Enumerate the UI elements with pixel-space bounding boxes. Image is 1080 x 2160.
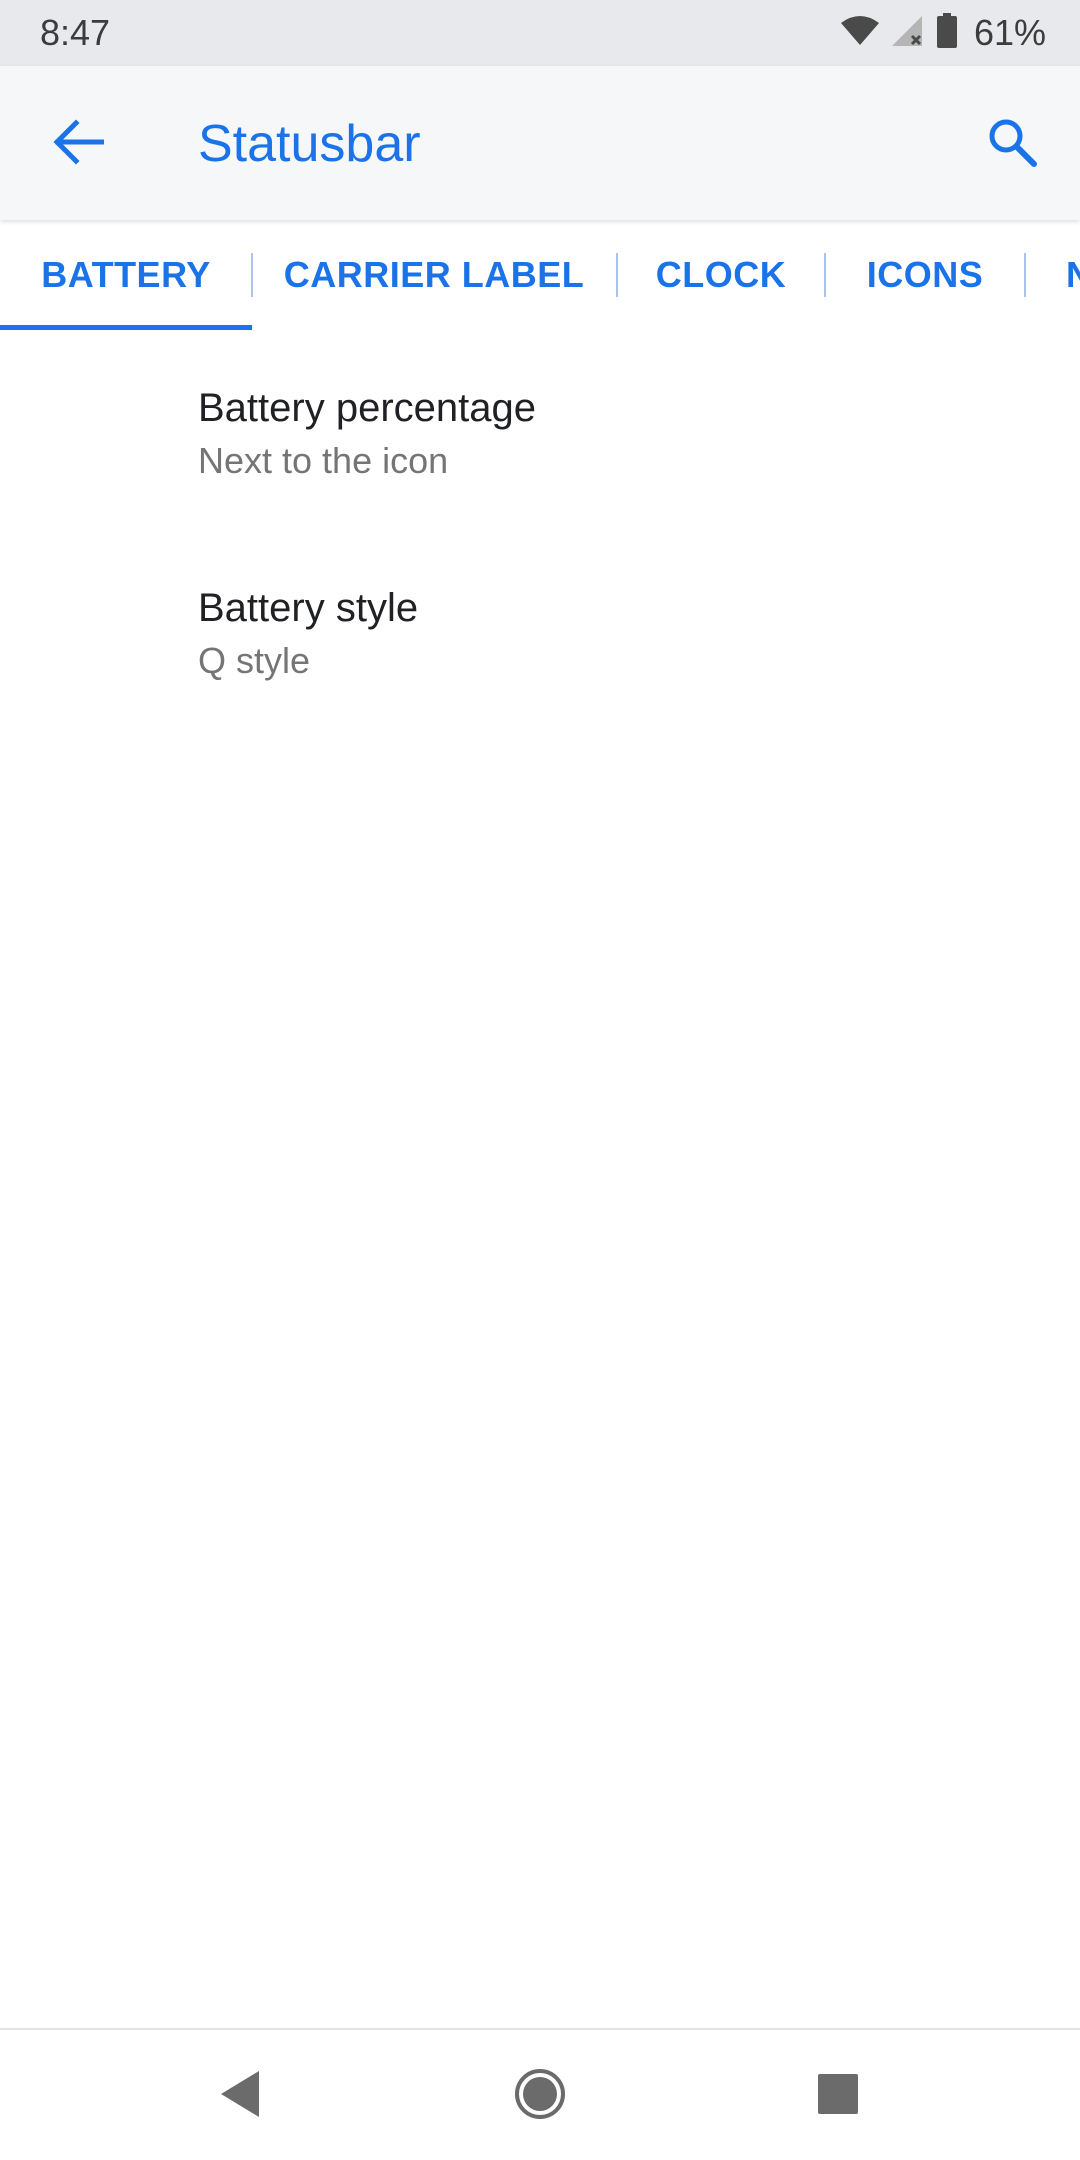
navigation-bar [0,2028,1080,2160]
pref-title: Battery percentage [198,386,536,430]
tab-battery[interactable]: BATTERY [0,220,252,330]
page-title: Statusbar [198,115,421,173]
pref-summary: Next to the icon [198,440,449,481]
tab-bar: BATTERY CARRIER LABEL CLOCK ICONS N [0,220,1080,330]
signal-icon [890,14,926,53]
arrow-back-icon [52,118,105,171]
nav-recents-button[interactable] [778,2048,898,2144]
settings-screen: 8:47 61% Statusbar BATTERY CARRIER LABEL… [0,0,1080,2160]
search-icon [986,116,1038,173]
wifi-icon [840,15,880,52]
battery-icon [936,12,958,54]
pref-summary: Q style [198,640,311,681]
nav-home-icon [514,2068,566,2125]
nav-back-button[interactable] [180,2048,300,2144]
pref-title: Battery style [198,586,419,630]
tab-next[interactable]: N [1066,220,1080,330]
nav-back-icon [217,2069,263,2124]
status-icons: 61% [840,10,1046,56]
pref-battery-style[interactable]: Battery style Q style [0,530,1080,730]
battery-percent: 61% [973,12,1046,53]
tab-clock[interactable]: CLOCK [618,220,824,330]
status-time: 8:47 [40,12,111,53]
search-button[interactable] [972,108,1052,180]
app-bar: Statusbar [0,66,1080,220]
tab-carrier-label[interactable]: CARRIER LABEL [252,220,616,330]
nav-recents-icon [816,2072,860,2121]
tab-icons[interactable]: ICONS [826,220,1024,330]
pref-battery-percentage[interactable]: Battery percentage Next to the icon [0,330,1080,530]
tab-divider [1024,253,1026,297]
nav-home-button[interactable] [480,2048,600,2144]
status-bar: 8:47 61% [0,0,1080,66]
preference-list: Battery percentage Next to the icon Batt… [0,330,1080,730]
back-button[interactable] [38,108,118,180]
